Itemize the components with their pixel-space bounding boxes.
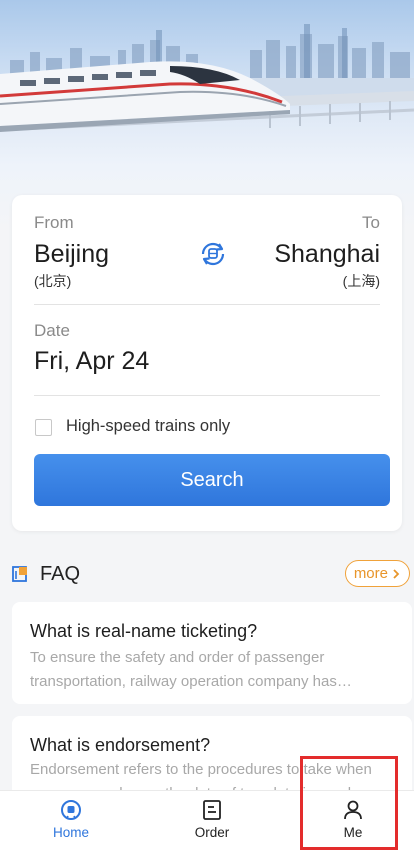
faq-title: FAQ (40, 563, 81, 585)
tab-label: Home (52, 825, 89, 840)
faq-question: What is endorsement? (30, 735, 211, 755)
user-icon (344, 800, 362, 820)
divider (34, 304, 380, 305)
swap-icon (201, 242, 225, 266)
tab-order[interactable]: Order (143, 791, 281, 852)
tab-label: Order (194, 825, 230, 840)
more-button[interactable]: more (344, 560, 410, 587)
to-city-chinese: (上海) (342, 273, 380, 289)
chevron-right-icon (393, 568, 400, 579)
date-label: Date (34, 321, 70, 340)
tab-me[interactable]: Me (284, 791, 414, 852)
to-label: To (362, 213, 380, 232)
high-speed-checkbox[interactable] (35, 419, 52, 436)
faq-header: FAQ more (12, 560, 412, 588)
divider (34, 395, 380, 396)
order-icon (203, 800, 221, 820)
faq-item[interactable]: What is real-name ticketing? To ensure t… (12, 602, 412, 704)
faq-book-icon (12, 566, 27, 582)
faq-answer: To ensure the safety and order of passen… (30, 649, 337, 690)
from-city[interactable]: Beijing (34, 240, 109, 269)
date-value[interactable]: Fri, Apr 24 (34, 347, 149, 376)
from-city-chinese: (北京) (34, 273, 72, 289)
tab-label: Me (343, 825, 363, 840)
search-card: From To Beijing (北京) Shanghai (上海) Date … (12, 195, 402, 531)
faq-question: What is real-name ticketing? (30, 621, 258, 641)
high-speed-label[interactable]: High-speed trains only (66, 417, 230, 436)
bottom-tab-bar: Home Order Me (0, 790, 414, 852)
from-label: From (34, 213, 74, 232)
tab-home[interactable]: Home (2, 791, 140, 852)
more-label: more (353, 565, 388, 582)
home-icon (61, 800, 81, 820)
to-city[interactable]: Shanghai (274, 240, 380, 269)
search-button[interactable]: Search (34, 454, 390, 506)
swap-stations-button[interactable] (198, 239, 228, 269)
